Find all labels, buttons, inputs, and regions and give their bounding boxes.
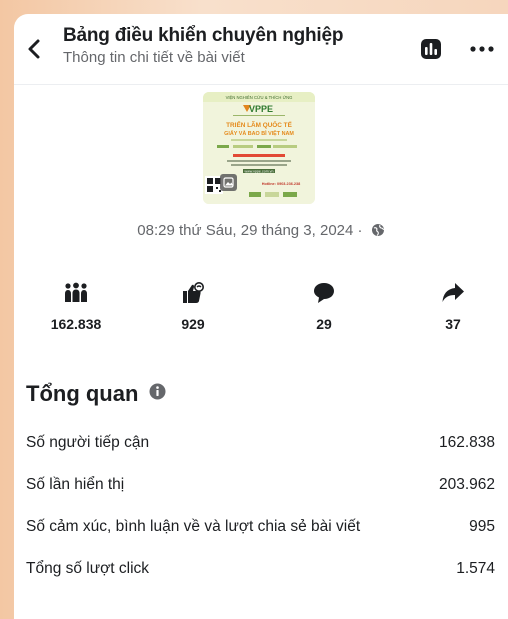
- back-arrow-icon[interactable]: [24, 38, 46, 60]
- globe-icon: [371, 224, 384, 236]
- svg-text:Hotline: 0903.236.238: Hotline: 0903.236.238: [262, 182, 300, 186]
- stat-reach-value: 162.838: [50, 316, 102, 332]
- post-thumbnail-image: VIỆN NGHIÊN CỨU & THÍCH ỨNG VPPE TRIỂN L…: [203, 92, 315, 204]
- metric-value: 203.962: [438, 476, 495, 493]
- share-icon: [442, 283, 464, 302]
- stat-reach[interactable]: 162.838: [31, 282, 121, 332]
- svg-text:GIẤY VÀ BAO BÌ VIỆT NAM: GIẤY VÀ BAO BÌ VIỆT NAM: [224, 129, 294, 137]
- stat-shares[interactable]: 37: [408, 282, 498, 332]
- post-stats: 162.838 929 29 37: [14, 282, 508, 342]
- metric-value: 162.838: [438, 434, 495, 451]
- metric-label: Số cảm xúc, bình luận về và lượt chia sẻ…: [26, 518, 361, 535]
- metric-label: Số lần hiển thị: [26, 476, 125, 493]
- stat-comments-value: 29: [316, 316, 332, 332]
- page-title: Bảng điều khiển chuyên nghiệp: [63, 25, 344, 46]
- reaction-like-icon: [183, 282, 204, 303]
- overview-title-text: Tổng quan: [26, 381, 139, 406]
- stat-reactions-value: 929: [181, 316, 205, 332]
- reach-people-icon: [65, 282, 87, 302]
- overview-heading: Tổng quan: [26, 381, 166, 407]
- post-date: 08:29 thứ Sáu, 29 tháng 3, 2024 ·: [14, 222, 508, 239]
- svg-text:www.vppe.com.vn: www.vppe.com.vn: [245, 170, 274, 174]
- insights-chart-icon[interactable]: [420, 38, 442, 60]
- comment-icon: [314, 283, 334, 303]
- svg-text:VPPE: VPPE: [249, 104, 273, 114]
- info-icon[interactable]: [149, 383, 166, 400]
- post-date-text: 08:29 thứ Sáu, 29 tháng 3, 2024 ·: [137, 222, 363, 239]
- more-options-icon[interactable]: [468, 38, 496, 60]
- metric-value: 995: [469, 518, 495, 535]
- metric-label: Số người tiếp cận: [26, 434, 150, 451]
- stat-shares-value: 37: [445, 316, 461, 332]
- metric-label: Tổng số lượt click: [26, 560, 150, 577]
- stat-comments[interactable]: 29: [279, 282, 369, 332]
- header: Bảng điều khiển chuyên nghiệp Thông tin …: [14, 14, 508, 85]
- metric-value: 1.574: [456, 560, 495, 577]
- post-insights-panel: Bảng điều khiển chuyên nghiệp Thông tin …: [14, 14, 508, 619]
- post-thumbnail[interactable]: VIỆN NGHIÊN CỨU & THÍCH ỨNG VPPE TRIỂN L…: [203, 92, 315, 204]
- page-subtitle: Thông tin chi tiết về bài viết: [63, 49, 245, 66]
- stat-reactions[interactable]: 929: [148, 282, 238, 332]
- svg-text:VIỆN NGHIÊN CỨU & THÍCH ỨNG: VIỆN NGHIÊN CỨU & THÍCH ỨNG: [226, 95, 293, 100]
